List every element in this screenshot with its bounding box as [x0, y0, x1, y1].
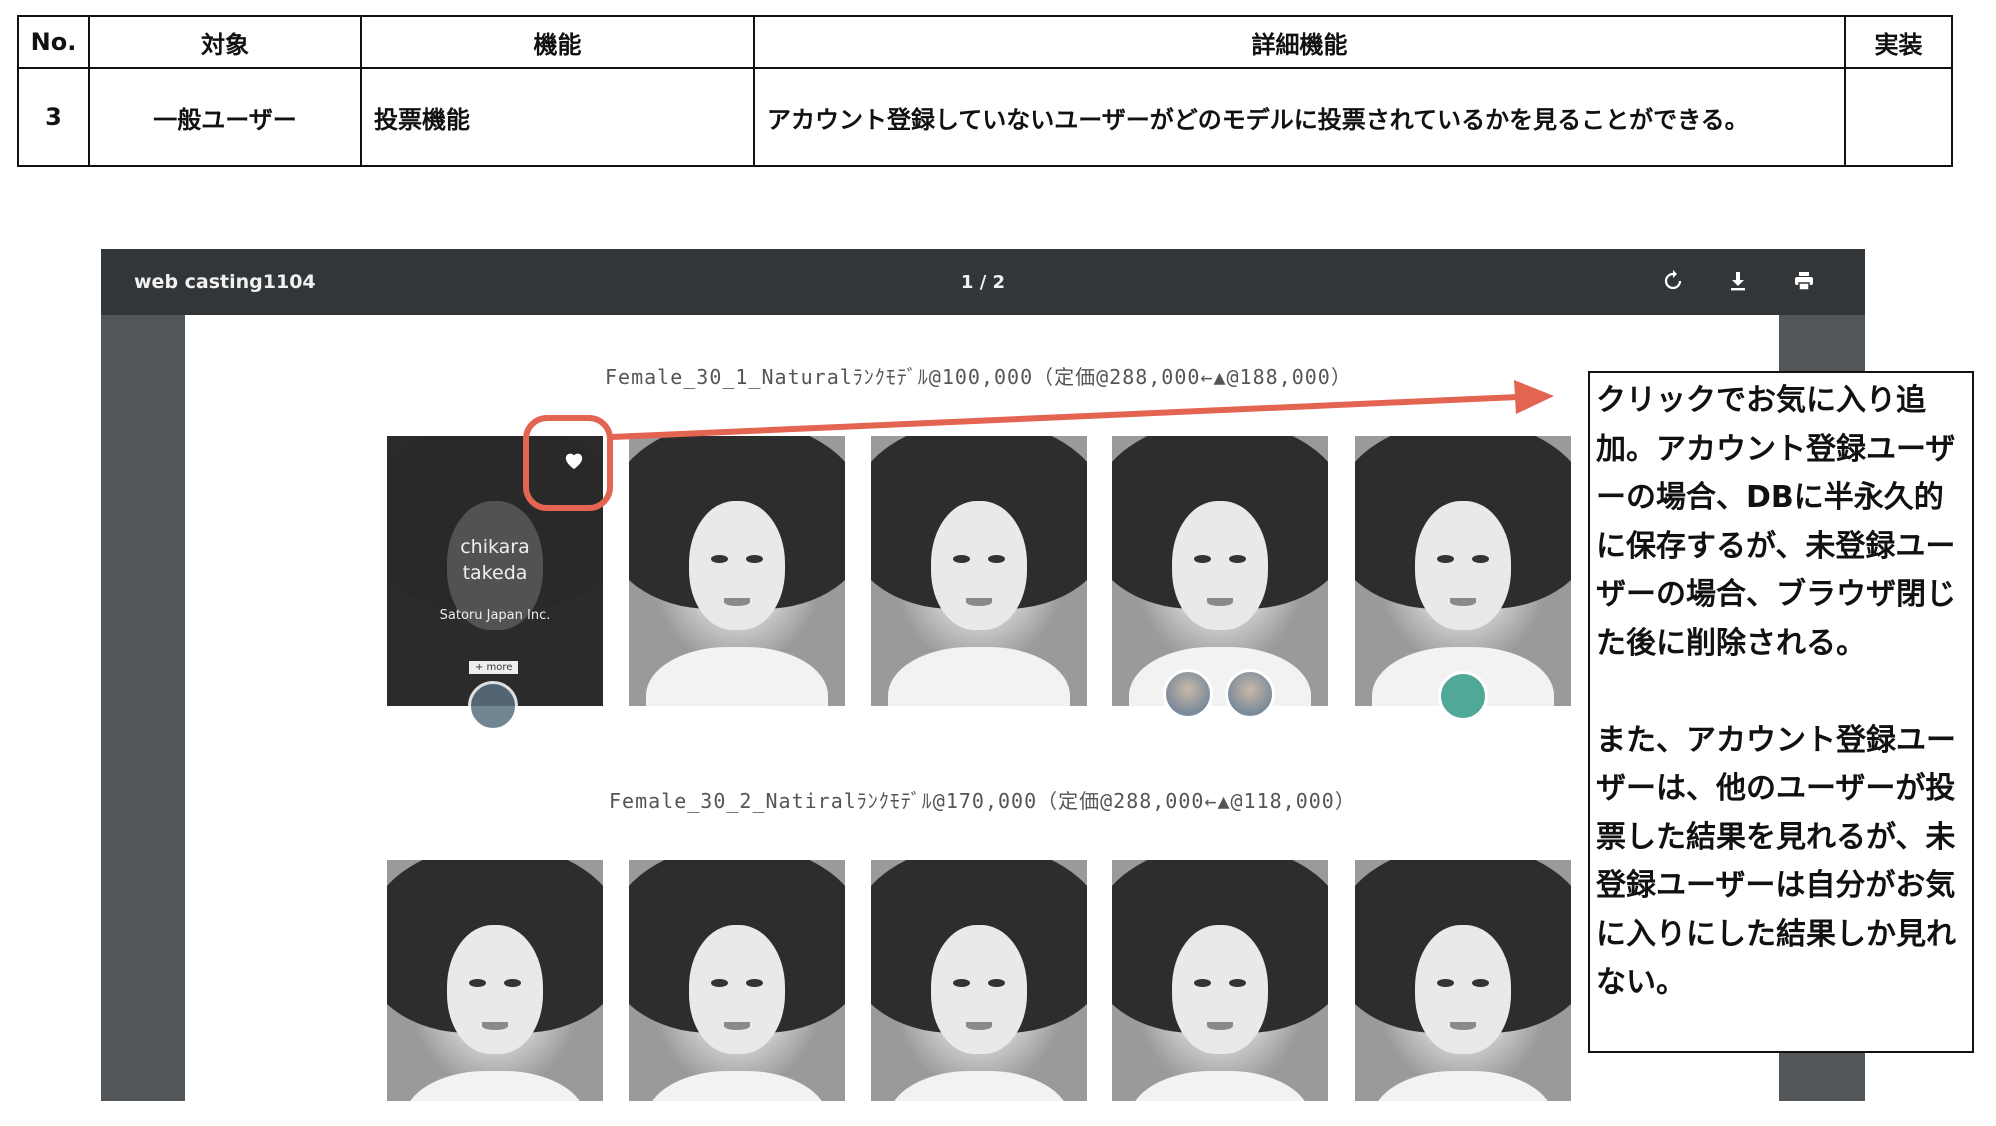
annotation-note: クリックでお気に入り追加。アカウント登録ユーザーの場合、DBに半永久的に保存する… — [1588, 371, 1974, 1053]
